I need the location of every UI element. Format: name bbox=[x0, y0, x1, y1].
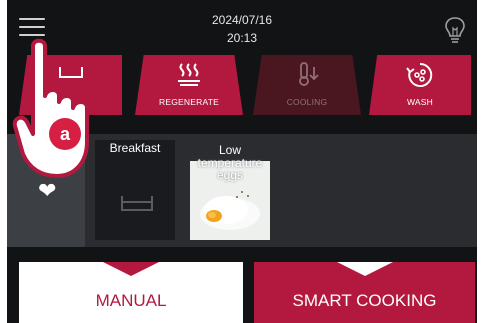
manual-button-label: MANUAL bbox=[95, 291, 167, 310]
hand-badge-letter: a bbox=[60, 124, 71, 144]
recipe-card-breakfast[interactable]: Breakfast bbox=[95, 140, 175, 240]
thermometer-down-icon bbox=[299, 62, 319, 86]
date-display: 2024/07/16 bbox=[211, 13, 273, 27]
smart-cooking-button[interactable]: SMART COOKING bbox=[254, 262, 475, 323]
recipe-card-low-temperature-eggs[interactable]: Low temperature eggs bbox=[190, 140, 270, 240]
oven-tray-icon bbox=[121, 196, 153, 211]
recipe-card-title: Breakfast bbox=[109, 141, 161, 155]
recipe-card-subtitle-line: eggs bbox=[216, 168, 244, 182]
tab-label: COOLING bbox=[286, 97, 328, 107]
steam-icon bbox=[178, 63, 200, 86]
smart-cooking-button-label: SMART COOKING bbox=[292, 291, 437, 310]
button-notch bbox=[103, 262, 159, 276]
tab-cooling[interactable]: COOLING bbox=[253, 55, 361, 115]
wash-cycle-icon bbox=[406, 62, 433, 87]
manual-button[interactable]: MANUAL bbox=[19, 262, 243, 323]
oven-control-screen: 2024/07/16 20:13 ROL REGENERATE bbox=[7, 0, 477, 323]
tab-label: WASH bbox=[407, 97, 433, 107]
tab-wash[interactable]: WASH bbox=[369, 55, 471, 115]
lightbulb-icon[interactable] bbox=[443, 16, 467, 46]
button-notch bbox=[336, 262, 393, 276]
recipe-card-subtitle: temperature eggs bbox=[190, 157, 270, 181]
tab-label: REGENERATE bbox=[159, 97, 219, 107]
tab-regenerate[interactable]: REGENERATE bbox=[135, 55, 243, 115]
tap-hand-icon: a bbox=[12, 38, 89, 178]
